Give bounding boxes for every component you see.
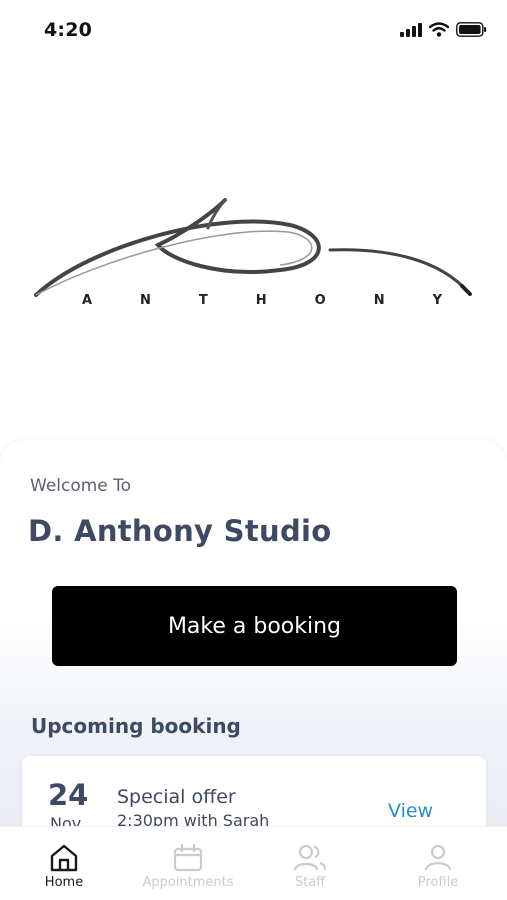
cellular-signal-icon	[400, 22, 422, 37]
tab-appointments[interactable]: Appointments	[128, 827, 248, 900]
users-icon	[293, 844, 327, 871]
booking-day: 24	[48, 778, 89, 812]
status-time: 4:20	[44, 19, 93, 41]
logo-letter: N	[373, 293, 385, 308]
logo-letter: A	[82, 293, 93, 308]
logo-wordmark: A N T H O N Y	[82, 293, 442, 308]
wifi-icon	[429, 22, 449, 37]
booking-title: Special offer	[117, 786, 236, 808]
tab-bar: Home Appointments Staff Profile	[0, 826, 507, 900]
view-booking-link[interactable]: View	[388, 800, 433, 822]
tab-home[interactable]: Home	[4, 827, 124, 900]
logo-letter: Y	[432, 293, 442, 308]
tab-profile[interactable]: Profile	[378, 827, 498, 900]
user-icon	[424, 844, 452, 871]
logo-letter: O	[314, 293, 326, 308]
tab-label: Home	[44, 875, 84, 890]
tab-staff[interactable]: Staff	[250, 827, 370, 900]
calendar-icon	[173, 844, 203, 872]
welcome-label: Welcome To	[30, 476, 132, 496]
logo-letter: N	[140, 293, 151, 308]
studio-title: D. Anthony Studio	[28, 514, 332, 548]
logo-letter: T	[198, 293, 208, 308]
status-bar: 4:20	[0, 0, 507, 60]
tab-label: Appointments	[142, 875, 234, 890]
upcoming-booking-heading: Upcoming booking	[31, 714, 241, 738]
logo-letter: H	[255, 293, 267, 308]
home-icon	[50, 844, 78, 872]
tab-label: Staff	[294, 875, 326, 890]
tab-label: Profile	[417, 875, 459, 890]
battery-icon	[456, 22, 487, 37]
make-booking-button[interactable]: Make a booking	[52, 586, 457, 666]
status-icons	[400, 22, 487, 37]
